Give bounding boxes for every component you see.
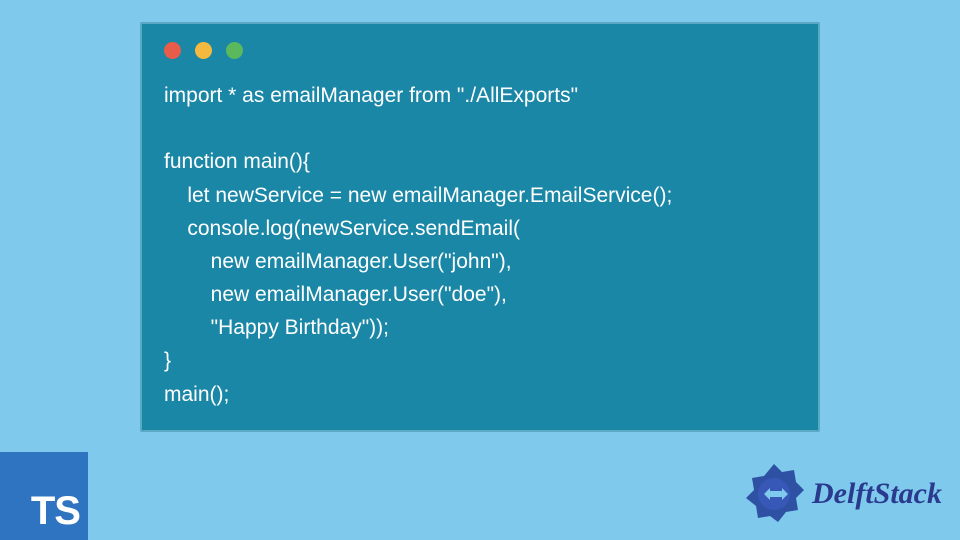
maximize-icon (226, 42, 243, 59)
window-traffic-lights (164, 42, 796, 59)
typescript-badge-label: TS (31, 489, 80, 534)
close-icon (164, 42, 181, 59)
brand: DelftStack (742, 462, 942, 526)
code-block: import * as emailManager from "./AllExpo… (164, 79, 796, 411)
brand-name: DelftStack (812, 477, 942, 511)
code-window: import * as emailManager from "./AllExpo… (140, 22, 820, 432)
minimize-icon (195, 42, 212, 59)
brand-logo-icon (742, 462, 806, 526)
typescript-badge: TS (0, 452, 88, 540)
